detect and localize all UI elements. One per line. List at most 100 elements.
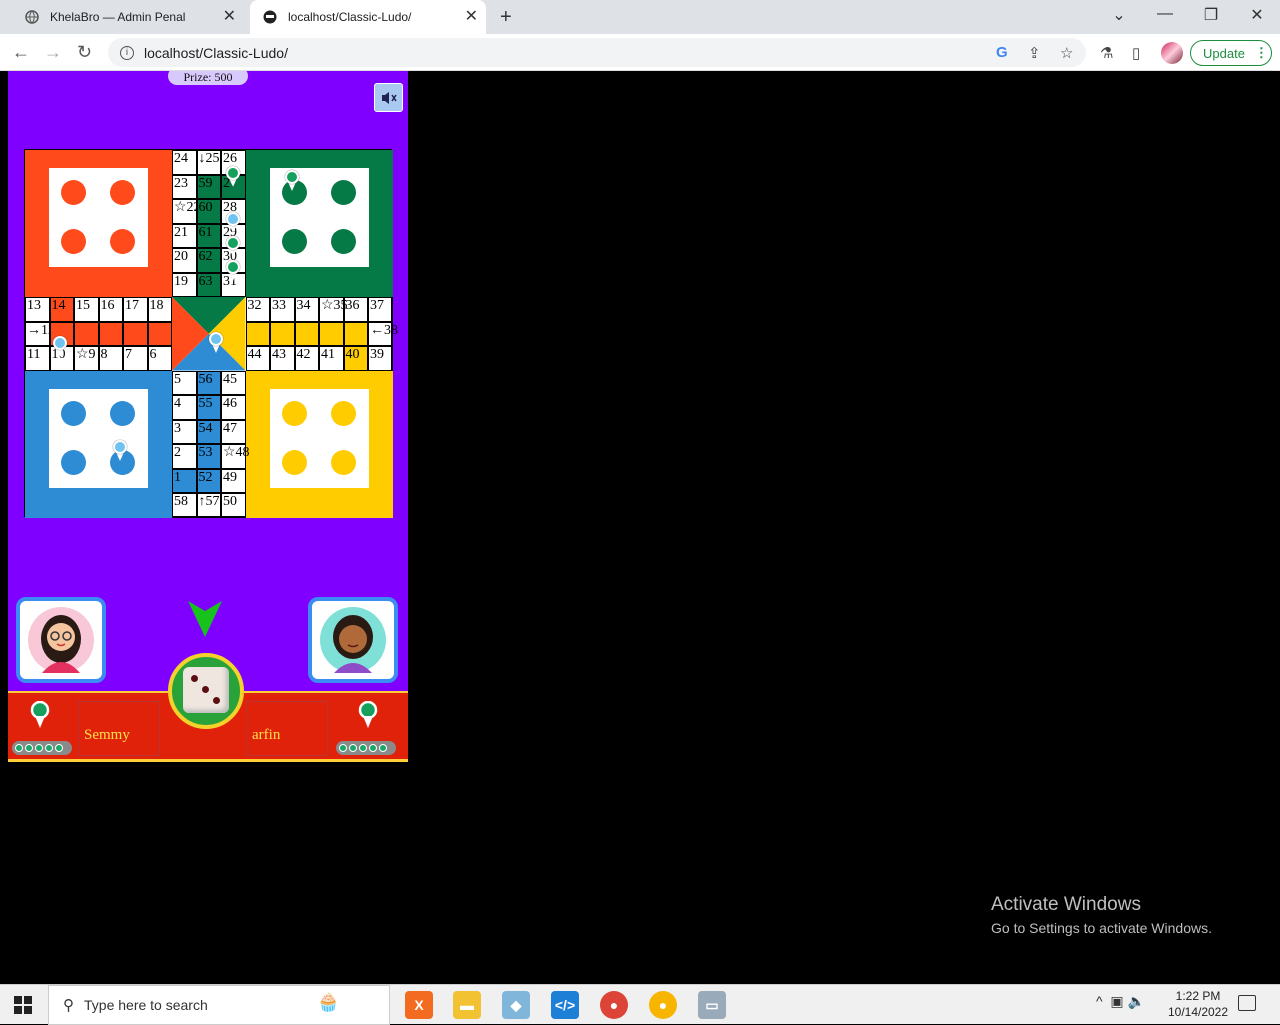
ninja-icon (262, 9, 278, 25)
vscode-icon[interactable]: </> (551, 991, 579, 1019)
home-spot[interactable] (110, 180, 135, 205)
board-cell: 23 (172, 174, 197, 199)
activate-subtitle: Go to Settings to activate Windows. (991, 920, 1212, 936)
home-spot[interactable] (61, 400, 86, 426)
pawn-blue[interactable] (111, 440, 129, 464)
home-spot[interactable] (330, 400, 356, 426)
new-tab-button[interactable]: + (500, 6, 512, 29)
board-cell: 61 (196, 223, 221, 248)
forward-icon[interactable]: → (44, 42, 62, 62)
tab-khelabro[interactable]: KhelaBro — Admin Penal ✕ (12, 0, 244, 34)
home-blue (25, 370, 172, 518)
home-spot[interactable] (110, 229, 135, 254)
board-cell: →12 (25, 321, 55, 346)
chrome-canary-icon[interactable]: ● (649, 991, 677, 1019)
board-cell (98, 321, 123, 346)
notifications-icon[interactable] (1238, 995, 1256, 1011)
home-spot[interactable] (61, 229, 86, 254)
close-window-button[interactable]: ✕ (1242, 5, 1272, 25)
home-spot[interactable] (61, 180, 86, 205)
bookmark-star-icon[interactable]: ☆ (1060, 44, 1073, 62)
board-cell: 58 (172, 493, 197, 518)
board-cell: 55 (196, 395, 221, 420)
home-spot[interactable] (110, 400, 135, 426)
home-spot[interactable] (330, 180, 356, 205)
kebab-menu-icon[interactable]: ⋮ (1255, 45, 1268, 61)
dice-button[interactable] (183, 667, 229, 713)
address-bar[interactable]: i localhost/Classic-Ludo/ (108, 38, 1086, 67)
system-tray[interactable]: ^ ▣ 🔈 (1096, 993, 1145, 1010)
pawn-head (226, 166, 240, 180)
ludo-board: 24 ↓25 26 13 →12 11 32 44 5 56 45 23 59 27 14 10 33 43 4 55… (24, 149, 398, 518)
home-spot[interactable] (281, 229, 307, 254)
board-cell: 1 (172, 468, 197, 493)
pawn-blue[interactable] (207, 332, 225, 356)
profile-avatar[interactable] (1161, 42, 1183, 64)
board-cell: 20 (172, 248, 197, 273)
pawn-green[interactable] (224, 236, 242, 260)
minimize-button[interactable]: — (1150, 5, 1180, 23)
tab-title: localhost/Classic-Ludo/ (288, 10, 412, 24)
close-icon[interactable]: ✕ (223, 9, 236, 25)
board-cell: 56 (196, 370, 221, 395)
home-spot[interactable] (61, 449, 86, 475)
board-cell: 19 (172, 272, 197, 297)
board-cell: 4 (172, 395, 197, 420)
board-cell (123, 321, 148, 346)
back-icon[interactable]: ← (12, 42, 30, 62)
board-cell: 37 (368, 297, 393, 322)
home-inner (269, 388, 369, 488)
dice-holder[interactable] (168, 653, 244, 729)
board-cell: 3 (172, 419, 197, 444)
close-icon[interactable]: ✕ (465, 9, 478, 25)
date: 10/14/2022 (1167, 1005, 1229, 1019)
side-panel-icon[interactable]: ▯ (1132, 44, 1140, 62)
pawn-head (209, 332, 223, 346)
board-cell: 42 (294, 346, 319, 371)
update-label: Update (1203, 45, 1245, 61)
board-cell: 40 (343, 346, 368, 371)
pawn-icon (358, 701, 378, 728)
activate-title: Activate Windows (991, 894, 1141, 915)
pawn-green[interactable] (224, 260, 242, 284)
reload-icon[interactable]: ↻ (77, 42, 92, 62)
clock[interactable]: 1:22 PM 10/14/2022 (1162, 988, 1234, 1020)
board-cell: 62 (196, 248, 221, 273)
board-cell: 21 (172, 223, 197, 248)
board-cell: 5 (172, 370, 197, 395)
home-spot[interactable] (281, 449, 307, 475)
site-info-icon[interactable]: i (120, 45, 134, 60)
browser-toolbar: ← → ↻ i localhost/Classic-Ludo/ G ⇪ ☆ ⚗ … (0, 34, 1280, 71)
tab-classic-ludo[interactable]: localhost/Classic-Ludo/ ✕ (250, 0, 486, 34)
taskbar-search[interactable]: ⚲ Type here to search 🧁 (48, 985, 390, 1025)
chrome-icon[interactable]: ● (600, 991, 628, 1019)
tab-search-icon[interactable]: ⌄ (1104, 5, 1134, 25)
prize-badge: Prize: 500 (168, 71, 248, 85)
lives-indicator (12, 741, 72, 755)
app-icon[interactable]: ◆ (502, 991, 530, 1019)
file-explorer-icon[interactable]: ▬ (453, 991, 481, 1019)
pawn-blue[interactable] (224, 212, 242, 236)
update-button[interactable]: Update ⋮ (1190, 40, 1272, 66)
player-bar: Semmy arfin (8, 653, 408, 762)
pawn-green[interactable] (224, 166, 242, 190)
mute-button[interactable] (374, 83, 403, 112)
board-cell: 34 (294, 297, 319, 322)
share-icon[interactable]: ⇪ (1028, 44, 1041, 62)
home-spot[interactable] (281, 400, 307, 426)
board-cell: ☆9 (74, 346, 99, 371)
windows-start-icon[interactable] (14, 996, 32, 1014)
board-cell: ↑57 (196, 493, 221, 518)
board-cell: 39 (368, 346, 393, 371)
remote-desktop-icon[interactable]: ▭ (698, 991, 726, 1019)
pawn-blue[interactable] (51, 336, 69, 360)
pawn-green[interactable] (283, 170, 301, 194)
home-spot[interactable] (330, 449, 356, 475)
xampp-icon[interactable]: X (405, 991, 433, 1019)
maximize-button[interactable]: ❐ (1196, 5, 1226, 25)
labs-flask-icon[interactable]: ⚗ (1100, 44, 1113, 62)
home-spot[interactable] (330, 229, 356, 254)
pawn-head (226, 236, 240, 250)
globe-icon (24, 9, 40, 25)
google-icon[interactable]: G (996, 44, 1008, 61)
